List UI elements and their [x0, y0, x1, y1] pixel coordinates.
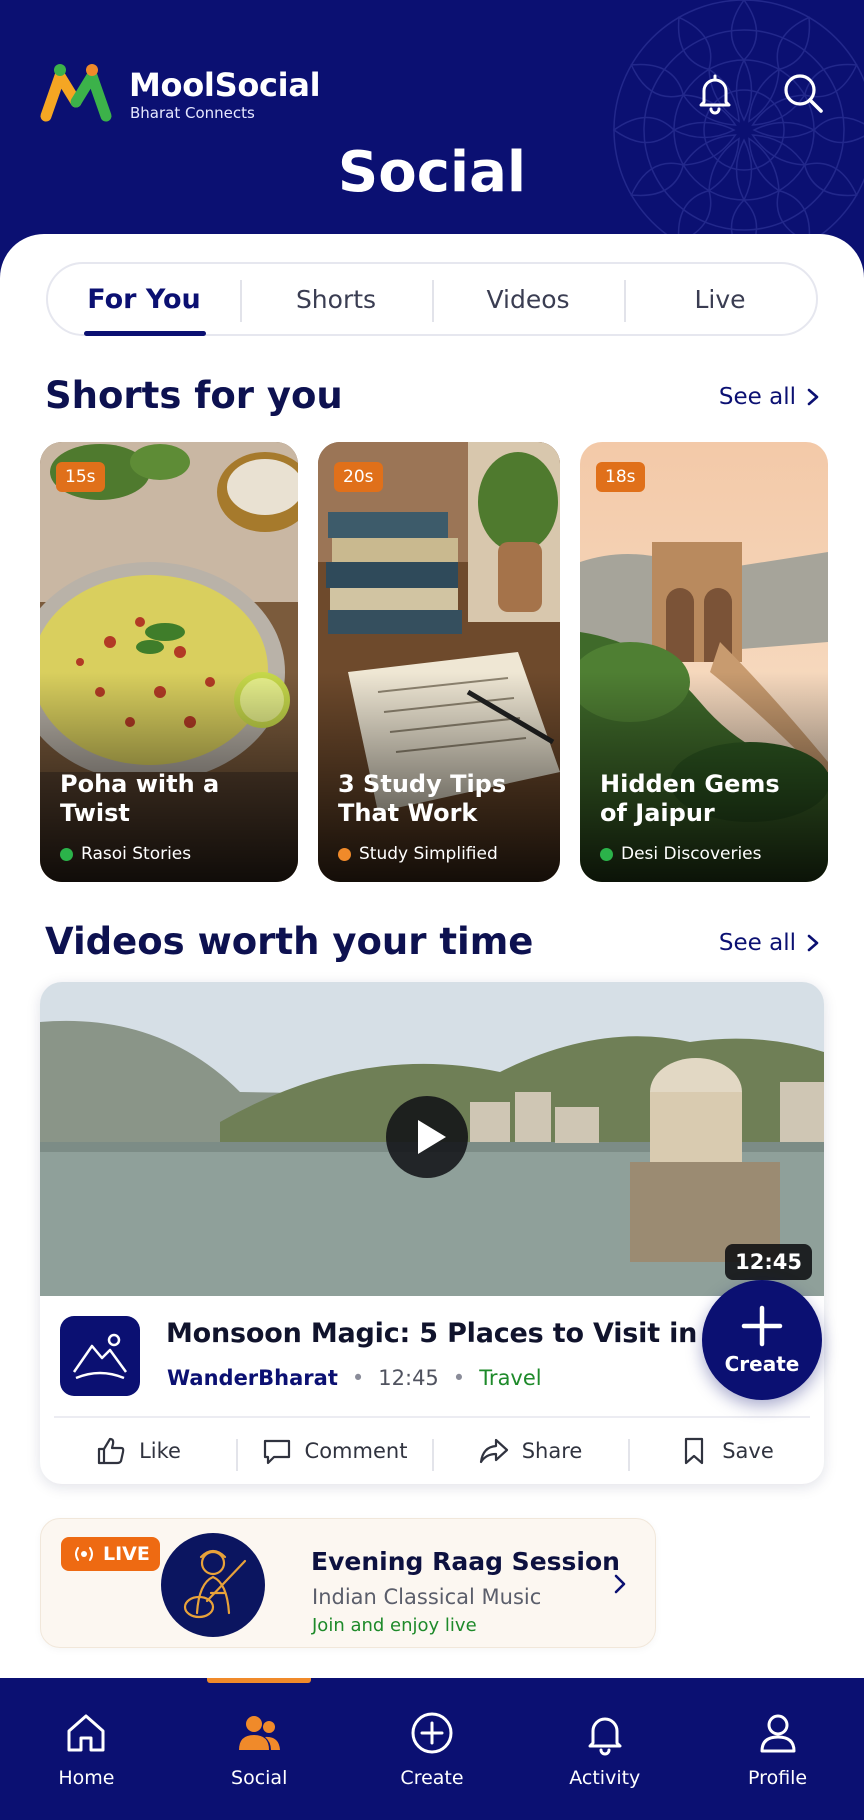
- play-button[interactable]: [386, 1096, 468, 1178]
- short-channel-name: Desi Discoveries: [621, 844, 762, 864]
- nav-home[interactable]: Home: [0, 1678, 173, 1820]
- live-title: Evening Raag Session: [311, 1547, 620, 1576]
- live-badge: LIVE: [61, 1537, 160, 1571]
- nav-profile[interactable]: Profile: [691, 1678, 864, 1820]
- chevron-right-icon: [807, 388, 819, 406]
- nav-create[interactable]: Create: [346, 1678, 519, 1820]
- live-join-text[interactable]: Join and enjoy live: [312, 1615, 477, 1636]
- channel-status-dot: [60, 847, 73, 861]
- short-channel-name: Study Simplified: [359, 844, 498, 864]
- tab-bar: For You Shorts Videos Live: [46, 262, 818, 336]
- short-title: Poha with a Twist: [60, 770, 220, 827]
- live-host-avatar: [161, 1533, 265, 1637]
- tab-live[interactable]: Live: [624, 264, 816, 334]
- play-icon: [418, 1120, 446, 1154]
- sitar-player-icon: [183, 1549, 247, 1619]
- short-channel: Desi Discoveries: [600, 844, 762, 864]
- comment-button[interactable]: Comment: [236, 1435, 432, 1471]
- brand-name: MoolSocial: [129, 66, 321, 104]
- main-content: For You Shorts Videos Live Shorts for yo…: [0, 234, 864, 1684]
- meta-separator: •: [452, 1366, 466, 1390]
- channel-status-dot: [338, 847, 351, 861]
- nav-activity[interactable]: Activity: [518, 1678, 691, 1820]
- short-card[interactable]: 18s Hidden Gems of Jaipur Desi Discoveri…: [580, 442, 828, 882]
- video-channel-name[interactable]: WanderBharat: [167, 1366, 338, 1390]
- short-channel: Rasoi Stories: [60, 844, 191, 864]
- like-button[interactable]: Like: [40, 1435, 236, 1467]
- short-card[interactable]: 15s Poha with a Twist Rasoi Stories: [40, 442, 298, 882]
- video-meta: WanderBharat • 12:45 • Travel: [167, 1366, 542, 1390]
- bookmark-icon: [685, 1437, 704, 1465]
- tab-videos[interactable]: Videos: [432, 264, 624, 334]
- nav-social-label: Social: [231, 1767, 288, 1789]
- short-duration-badge: 15s: [56, 462, 105, 492]
- people-icon: [239, 1716, 281, 1750]
- live-badge-label: LIVE: [103, 1543, 150, 1565]
- short-card[interactable]: 20s 3 Study Tips That Work Study Simplif…: [318, 442, 560, 882]
- meta-separator: •: [351, 1366, 365, 1390]
- share-icon: [479, 1438, 508, 1464]
- video-actions: Like Comment Share Save: [40, 1418, 824, 1484]
- channel-avatar[interactable]: [60, 1316, 140, 1396]
- home-icon: [67, 1714, 105, 1752]
- bell-icon: [588, 1717, 622, 1756]
- search-icon[interactable]: [780, 70, 826, 116]
- chevron-right-icon[interactable]: [613, 1573, 627, 1595]
- tab-for-you[interactable]: For You: [48, 264, 240, 336]
- nav-social[interactable]: Social: [173, 1678, 346, 1820]
- videos-see-all-link[interactable]: See all: [719, 930, 820, 956]
- see-all-label: See all: [718, 384, 796, 410]
- save-button[interactable]: Save: [628, 1435, 824, 1471]
- comment-icon: [263, 1439, 290, 1465]
- moolsocial-logo-icon: [40, 64, 112, 122]
- featured-video-card[interactable]: 12:45 Monsoon Magic: 5 Places to Visit i…: [40, 982, 824, 1484]
- bottom-navigation: Home Social Create Activity Profile: [0, 1678, 864, 1820]
- add-circle-icon: [411, 1712, 453, 1754]
- user-icon: [760, 1714, 796, 1753]
- nav-home-label: Home: [58, 1767, 115, 1789]
- short-channel-name: Rasoi Stories: [81, 844, 192, 864]
- plus-icon: [741, 1305, 783, 1347]
- see-all-label: See all: [718, 930, 796, 956]
- short-duration-badge: 18s: [596, 462, 645, 492]
- shorts-see-all-link[interactable]: See all: [719, 384, 820, 410]
- thumbs-up-icon: [97, 1437, 125, 1465]
- tab-shorts[interactable]: Shorts: [240, 264, 432, 334]
- page-title: Social: [337, 140, 527, 205]
- short-title: 3 Study Tips That Work: [338, 770, 507, 827]
- mountain-logo-icon: [72, 1333, 128, 1380]
- short-title: Hidden Gems of Jaipur: [600, 770, 780, 827]
- save-label: Save: [722, 1439, 774, 1463]
- video-title[interactable]: Monsoon Magic: 5 Places to Visit in Indi…: [166, 1318, 782, 1349]
- create-fab-button[interactable]: Create: [702, 1280, 822, 1400]
- notification-bell-icon[interactable]: [692, 70, 738, 116]
- live-session-card[interactable]: LIVE Evening Raag Session Indian Classic…: [40, 1518, 656, 1648]
- chevron-right-icon: [807, 934, 819, 952]
- shorts-section-title: Shorts for you: [45, 374, 343, 417]
- channel-status-dot: [600, 847, 613, 861]
- short-channel: Study Simplified: [338, 844, 498, 864]
- broadcast-icon: [75, 1547, 93, 1561]
- video-duration-badge: 12:45: [725, 1244, 812, 1280]
- live-subtitle: Indian Classical Music: [312, 1585, 542, 1609]
- comment-label: Comment: [304, 1439, 408, 1463]
- video-length: 12:45: [378, 1366, 439, 1390]
- like-label: Like: [139, 1439, 181, 1463]
- nav-profile-label: Profile: [748, 1767, 808, 1789]
- share-button[interactable]: Share: [432, 1435, 628, 1471]
- nav-create-label: Create: [400, 1767, 464, 1789]
- create-fab-label: Create: [724, 1352, 800, 1376]
- share-label: Share: [521, 1439, 583, 1463]
- brand-tagline: Bharat Connects: [130, 104, 255, 122]
- videos-section-title: Videos worth your time: [45, 920, 534, 963]
- short-duration-badge: 20s: [334, 462, 383, 492]
- nav-activity-label: Activity: [569, 1767, 641, 1789]
- video-category[interactable]: Travel: [479, 1366, 541, 1390]
